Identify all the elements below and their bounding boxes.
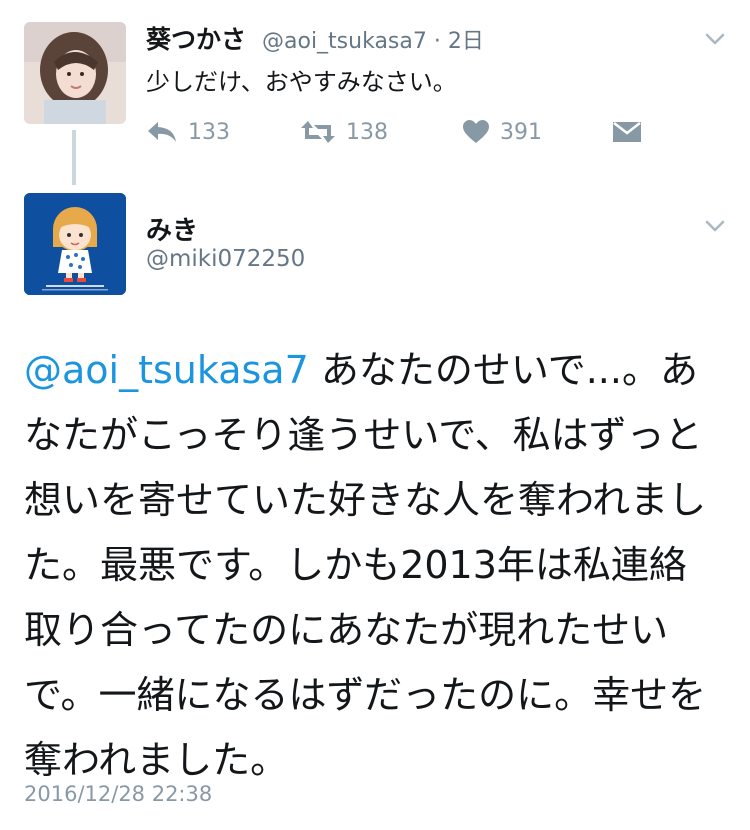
parent-avatar[interactable] bbox=[24, 22, 126, 124]
like-button[interactable]: 391 bbox=[462, 114, 542, 150]
reply-display-name[interactable]: みき bbox=[146, 210, 198, 247]
like-count: 391 bbox=[500, 119, 542, 145]
parent-action-bar: 133 138 391 bbox=[146, 114, 706, 150]
chevron-down-icon[interactable] bbox=[702, 26, 728, 52]
direct-message-button[interactable] bbox=[612, 114, 642, 150]
parent-tweet-text: 少しだけ、おやすみなさい。 bbox=[146, 68, 457, 96]
reply-count: 133 bbox=[188, 119, 230, 145]
tweet-timestamp[interactable]: 2016/12/28 22:38 bbox=[24, 782, 212, 806]
reply-handle[interactable]: @miki072250 bbox=[146, 246, 305, 272]
reply-icon bbox=[146, 119, 178, 145]
parent-handle-time[interactable]: @aoi_tsukasa7 · 2日 bbox=[262, 23, 484, 55]
reply-button[interactable]: 133 bbox=[146, 114, 230, 150]
envelope-icon bbox=[612, 120, 642, 144]
reply-avatar[interactable] bbox=[24, 193, 126, 295]
chevron-down-icon[interactable] bbox=[702, 213, 728, 239]
parent-display-name[interactable]: 葵つかさ bbox=[146, 20, 246, 56]
reply-tweet-text: @aoi_tsukasa7 あなたのせいで...。あなたがこっそり逢うせいで、私… bbox=[24, 338, 714, 793]
retweet-button[interactable]: 138 bbox=[300, 114, 388, 150]
retweet-icon bbox=[300, 119, 336, 145]
mention-link[interactable]: @aoi_tsukasa7 bbox=[24, 348, 309, 392]
heart-icon bbox=[462, 119, 490, 145]
reply-tweet-body: あなたのせいで...。あなたがこっそり逢うせいで、私はずっと想いを寄せていた好き… bbox=[24, 348, 707, 782]
thread-connector-line bbox=[72, 130, 76, 185]
retweet-count: 138 bbox=[346, 119, 388, 145]
